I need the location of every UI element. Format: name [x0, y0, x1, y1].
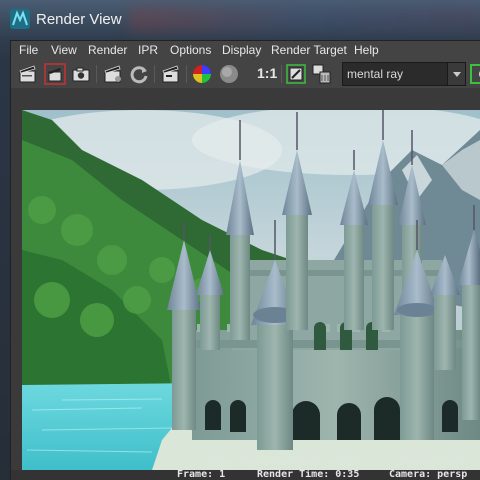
render-globals-icon[interactable] [470, 63, 480, 85]
renderer-tag-overlay: (mental ray) [400, 459, 466, 469]
chevron-down-icon[interactable] [447, 63, 465, 85]
menu-view[interactable]: View [51, 43, 77, 57]
ipr-render-icon[interactable] [102, 63, 124, 85]
renderer-selected: mental ray [347, 67, 404, 81]
rendered-image[interactable] [22, 110, 480, 470]
toolbar-separator [281, 65, 282, 83]
real-size-button[interactable]: 1:1 [257, 65, 277, 81]
clapperboard-icon[interactable] [17, 63, 39, 85]
alpha-channel-icon[interactable] [218, 63, 240, 85]
title-bar-background [130, 6, 480, 32]
renderer-dropdown[interactable]: mental ray [342, 62, 466, 86]
title-bar[interactable]: Render View [0, 0, 480, 40]
frame-number: Frame: 1 [177, 469, 226, 480]
status-bar: Frame: 1 Render Time: 0:35 Camera: persp [11, 469, 480, 480]
rgb-channels-icon[interactable] [191, 63, 213, 85]
maya-app-icon [10, 9, 30, 29]
menu-bar: File View Render IPR Options Display Ren… [11, 41, 480, 60]
toolbar: 1:1 mental ray [11, 60, 480, 88]
toolbar-separator [186, 65, 187, 83]
menu-file[interactable]: File [19, 43, 38, 57]
menu-render-target[interactable]: Render Target [271, 43, 347, 57]
refresh-icon[interactable] [128, 63, 150, 85]
window-title: Render View [36, 11, 122, 28]
menu-display[interactable]: Display [222, 43, 261, 57]
render-settings-icon[interactable] [285, 63, 307, 85]
camera-name: Camera: persp [389, 469, 468, 480]
toolbar-separator [154, 65, 155, 83]
menu-ipr[interactable]: IPR [138, 43, 158, 57]
remove-image-icon[interactable] [311, 63, 333, 85]
castle-render-image [22, 110, 480, 470]
render-time: Render Time: 0:35 [257, 469, 360, 480]
render-region-icon[interactable] [44, 63, 66, 85]
render-view-window: Render View File View Render IPR Options… [0, 0, 480, 480]
render-info-overlay: size: 960 x 540 zoom: 0.853 [210, 459, 357, 469]
menu-options[interactable]: Options [170, 43, 211, 57]
toolbar-separator [96, 65, 97, 83]
snapshot-camera-icon[interactable] [70, 63, 92, 85]
render-sequence-icon[interactable] [160, 63, 182, 85]
menu-help[interactable]: Help [354, 43, 379, 57]
menu-render[interactable]: Render [88, 43, 127, 57]
